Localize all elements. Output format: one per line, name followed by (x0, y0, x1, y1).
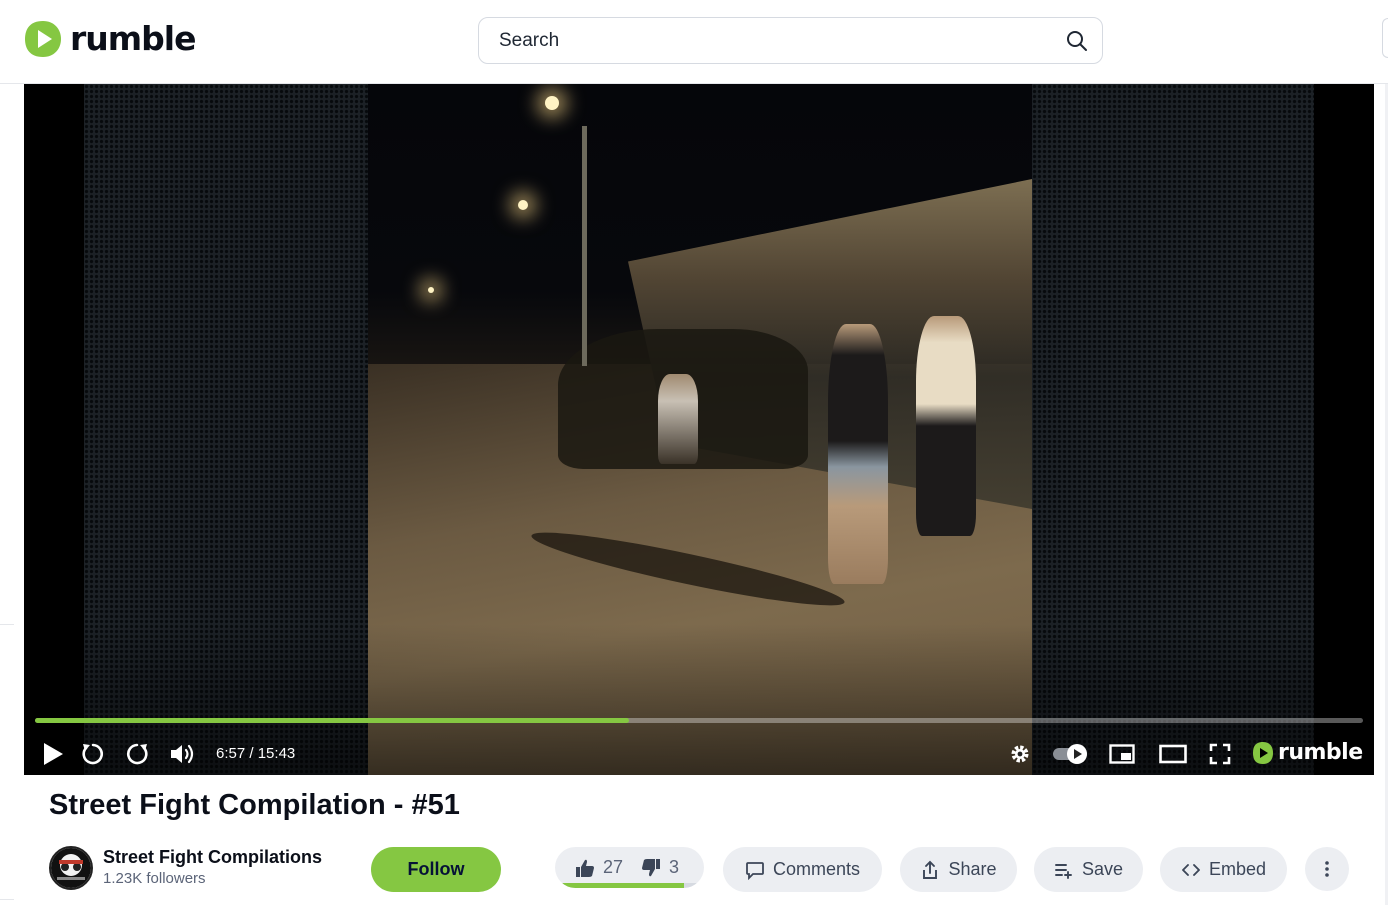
embed-label: Embed (1208, 859, 1267, 879)
video-player[interactable]: 6:57 / 15:43 rumble (24, 84, 1374, 775)
volume-icon (171, 744, 194, 764)
search-icon[interactable] (1064, 28, 1090, 54)
time-separator: / (245, 745, 258, 762)
search-bar (478, 17, 1103, 64)
picture-in-picture-icon (1109, 744, 1135, 764)
comments-label: Comments (772, 859, 861, 879)
more-vertical-icon (1325, 861, 1329, 877)
rumble-logo-icon (1253, 741, 1273, 764)
seek-bar-progress (35, 718, 629, 723)
top-header: rumble (0, 0, 1388, 84)
video-scene-light (518, 200, 528, 210)
seek-bar[interactable] (35, 718, 1363, 723)
video-scene-person (916, 316, 976, 536)
divider (0, 899, 14, 900)
play-icon (44, 743, 63, 765)
settings-button[interactable] (1007, 738, 1033, 770)
play-button[interactable] (40, 738, 66, 770)
channel-info: Street Fight Compilations 1.23K follower… (49, 846, 322, 890)
time-display: 6:57 / 15:43 (216, 745, 295, 762)
search-input[interactable] (479, 18, 1039, 63)
video-scene-light (428, 287, 434, 293)
save-button[interactable]: Save (1034, 847, 1143, 892)
vote-group: 27 3 (555, 847, 704, 888)
video-title: Street Fight Compilation - #51 (49, 789, 460, 821)
total-time: 15:43 (257, 745, 296, 762)
thumbs-down-icon (642, 858, 661, 876)
thumbs-up-icon (576, 859, 594, 877)
more-options-button[interactable] (1305, 847, 1349, 891)
channel-avatar-icon (51, 848, 91, 888)
channel-followers: 1.23K followers (103, 870, 206, 887)
volume-button[interactable] (168, 738, 198, 770)
dislike-button[interactable]: 3 (641, 857, 679, 878)
comment-icon (746, 861, 764, 880)
share-label: Share (948, 859, 997, 879)
rumble-logo-icon (25, 21, 61, 57)
channel-text: Street Fight Compilations 1.23K follower… (103, 846, 322, 890)
rewind-icon (82, 743, 103, 765)
video-scene-person (828, 324, 888, 584)
autoplay-toggle[interactable] (1052, 738, 1090, 770)
video-scene-pole (582, 126, 587, 366)
picture-in-picture-button[interactable] (1108, 738, 1136, 770)
theater-mode-button[interactable] (1158, 738, 1188, 770)
like-button[interactable]: 27 (575, 857, 623, 878)
player-controls: 6:57 / 15:43 rumble (24, 734, 1374, 774)
sidebar-edge (0, 84, 24, 905)
divider (0, 624, 14, 625)
settings-icon (1011, 745, 1029, 763)
player-rumble-logo[interactable]: rumble (1252, 740, 1363, 765)
player-brand-name: rumble (1278, 740, 1363, 765)
like-ratio-bar (561, 883, 698, 888)
header-edge-button[interactable] (1382, 18, 1388, 58)
playlist-add-icon (1055, 863, 1072, 879)
follow-button[interactable]: Follow (371, 847, 501, 892)
rumble-logo[interactable]: rumble (24, 18, 196, 60)
channel-name[interactable]: Street Fight Compilations (103, 846, 322, 868)
embed-button[interactable]: Embed (1160, 847, 1287, 892)
current-time: 6:57 (216, 745, 246, 762)
autoplay-toggle-icon (1053, 744, 1087, 764)
dislike-count: 3 (669, 857, 680, 877)
brand-name: rumble (70, 19, 196, 58)
comments-button[interactable]: Comments (723, 847, 882, 892)
forward-button[interactable] (124, 738, 150, 770)
code-icon (1182, 863, 1200, 876)
like-count: 27 (603, 857, 624, 877)
channel-avatar[interactable] (49, 846, 93, 890)
fullscreen-icon (1209, 743, 1231, 765)
share-icon (923, 860, 938, 879)
video-scene-person (658, 374, 698, 464)
video-scene-light (545, 96, 559, 110)
forward-icon (127, 743, 148, 765)
fullscreen-button[interactable] (1208, 738, 1232, 770)
rewind-button[interactable] (80, 738, 106, 770)
save-label: Save (1081, 859, 1124, 879)
like-ratio-fill (561, 883, 685, 888)
share-button[interactable]: Share (900, 847, 1017, 892)
theater-mode-icon (1159, 744, 1187, 764)
